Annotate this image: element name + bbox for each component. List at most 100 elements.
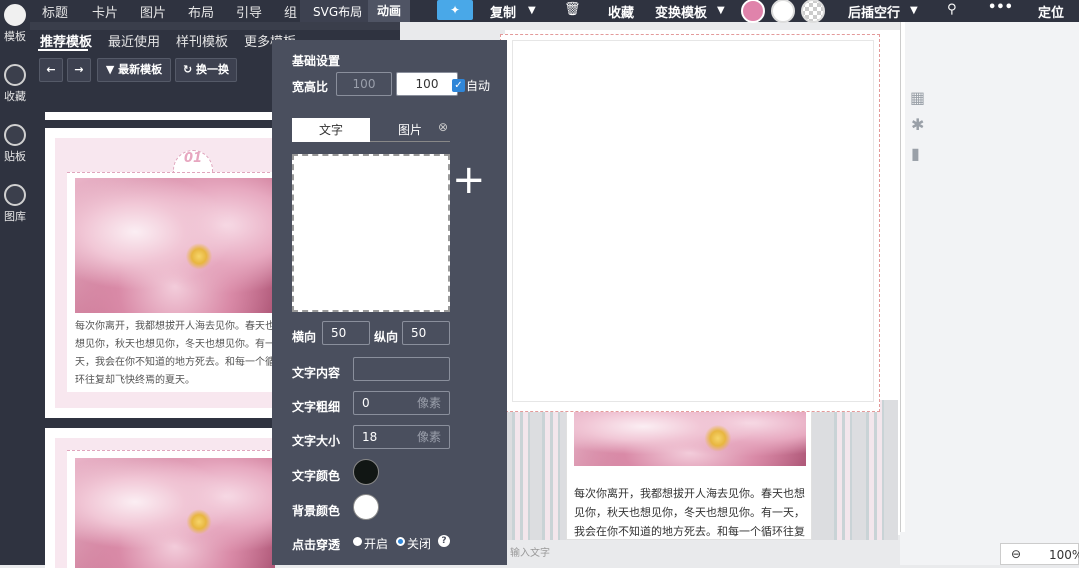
- tab-sample[interactable]: 样刊模板: [176, 31, 228, 50]
- asterisk-icon[interactable]: ✱: [911, 115, 924, 134]
- x-input[interactable]: 50: [322, 321, 370, 345]
- grid-icon[interactable]: ▦: [910, 88, 925, 107]
- favorites-icon: [4, 64, 26, 86]
- radio-off[interactable]: [396, 537, 405, 546]
- gallery-icon: [4, 184, 26, 206]
- text-color-swatch[interactable]: [353, 459, 379, 485]
- section-title: 基础设置: [292, 54, 341, 68]
- shuffle-button[interactable]: ↻ 换一换: [175, 58, 237, 82]
- tab-recommended[interactable]: 推荐模板: [40, 31, 92, 50]
- settings-popup: 基础设置 宽高比 100 : 100 ✓ 自动 文字 图片 ⊗ + 横向 50 …: [272, 40, 507, 565]
- trash-icon[interactable]: 🗑: [564, 2, 581, 17]
- nav-image[interactable]: 图片: [140, 2, 166, 21]
- card-number-badge: 01: [173, 150, 213, 172]
- weight-label: 文字粗细: [292, 400, 341, 414]
- size-unit: 像素: [416, 430, 441, 444]
- shuffle-label: 换一换: [196, 63, 230, 76]
- zoom-value[interactable]: 100%: [1049, 548, 1079, 562]
- flower-image: [75, 458, 275, 568]
- insert-after-button[interactable]: 后插空行: [848, 2, 900, 21]
- y-input[interactable]: 50: [402, 321, 450, 345]
- column-guide: [512, 400, 530, 540]
- size-input[interactable]: 18 像素: [353, 425, 450, 449]
- on-label: 开启: [364, 537, 389, 551]
- clickthrough-label: 点击穿透: [292, 538, 341, 552]
- x-label: 横向: [292, 330, 317, 344]
- color-swatch-white[interactable]: [771, 0, 795, 23]
- insert-dropdown-icon[interactable]: ▼: [910, 5, 918, 16]
- add-icon[interactable]: +: [452, 158, 486, 202]
- input-hint: 输入文字: [510, 548, 550, 559]
- ratio-label: 宽高比: [292, 80, 329, 94]
- help-icon[interactable]: ?: [438, 535, 450, 547]
- auto-checkbox[interactable]: ✓: [452, 79, 465, 92]
- template-card-top[interactable]: [45, 112, 275, 120]
- text-color-label: 文字颜色: [292, 469, 341, 483]
- card-background: [55, 438, 275, 568]
- nav-card[interactable]: 卡片: [92, 2, 118, 21]
- ratio-width-input[interactable]: 100: [336, 72, 392, 96]
- text-overlay-area[interactable]: [512, 40, 874, 402]
- active-tab-indicator: [38, 49, 88, 51]
- rail-item-favorites[interactable]: 收藏: [0, 64, 30, 104]
- close-icon[interactable]: ⊗: [438, 120, 448, 134]
- nav-guide[interactable]: 引导: [236, 2, 262, 21]
- copy-button[interactable]: 复制: [490, 2, 516, 21]
- tab-text[interactable]: 文字: [292, 118, 370, 142]
- favorite-button[interactable]: 收藏: [608, 2, 634, 21]
- nav-group[interactable]: 组: [284, 2, 297, 21]
- template-card[interactable]: [45, 428, 275, 568]
- svg-layout-tab[interactable]: SVG布局: [313, 3, 362, 20]
- radio-on[interactable]: [353, 537, 362, 546]
- off-label: 关闭: [407, 537, 432, 551]
- link-icon[interactable]: ⚲: [947, 2, 957, 17]
- arrow-left-icon: ←: [46, 63, 56, 76]
- switch-dropdown-icon[interactable]: ▼: [717, 5, 725, 16]
- rail-label: 模板: [4, 30, 26, 43]
- template-nav: ← → ▼ 最新模板 ↻ 换一换: [30, 52, 272, 92]
- menu-icon: [4, 4, 26, 26]
- clipboard-icon: [4, 124, 26, 146]
- rail-label: 收藏: [4, 90, 26, 103]
- color-swatch-pink[interactable]: [741, 0, 765, 23]
- canvas-paragraph[interactable]: 每次你离开，我都想拔开人海去见你。春天也想见你，秋天也想见你，冬天也想见你。有一…: [574, 484, 809, 540]
- rail-item-templates[interactable]: 模板: [0, 4, 30, 44]
- latest-templates-button[interactable]: ▼ 最新模板: [97, 58, 171, 82]
- text-content-input[interactable]: [353, 357, 450, 381]
- rail-item-gallery[interactable]: 图库: [0, 184, 30, 224]
- color-swatch-transparent[interactable]: [801, 0, 825, 23]
- weight-unit: 像素: [416, 396, 441, 410]
- filter-icon: ▼: [105, 63, 115, 76]
- y-label: 纵向: [374, 330, 399, 344]
- locate-button[interactable]: 定位: [1038, 2, 1064, 21]
- bar-chart-icon[interactable]: ▮: [911, 144, 920, 163]
- size-label: 文字大小: [292, 434, 341, 448]
- column-guide: [866, 400, 884, 540]
- nav-layout[interactable]: 布局: [188, 2, 214, 21]
- tab-recent[interactable]: 最近使用: [108, 31, 160, 50]
- flower-image: [75, 178, 275, 313]
- animation-tab[interactable]: 动画: [368, 0, 410, 22]
- forward-button[interactable]: →: [67, 58, 91, 82]
- template-card[interactable]: 01 每次你离开，我都想拔开人海去见你。春天也想见你，秋天也想见你，冬天也想见你…: [45, 128, 275, 418]
- ratio-height-input[interactable]: 100: [396, 72, 458, 96]
- arrow-right-icon: →: [74, 63, 84, 76]
- right-sidebar: ▦ ✱ ▮: [900, 22, 1079, 565]
- rail-item-clipboard[interactable]: 贴板: [0, 124, 30, 164]
- switch-template-button[interactable]: 变换模板: [655, 2, 707, 21]
- zoom-out-icon[interactable]: ⊖: [1011, 547, 1021, 561]
- preview-box[interactable]: [292, 154, 450, 312]
- bg-color-swatch[interactable]: [353, 494, 379, 520]
- back-button[interactable]: ←: [39, 58, 63, 82]
- text-content-label: 文字内容: [292, 366, 341, 380]
- nav-title[interactable]: 标题: [42, 2, 68, 21]
- copy-dropdown-icon[interactable]: ▼: [528, 5, 536, 16]
- zoom-control: ⊖ 100%: [1000, 543, 1079, 565]
- divider: [30, 22, 400, 30]
- bg-color-label: 背景颜色: [292, 504, 341, 518]
- column-guide: [542, 400, 560, 540]
- more-button[interactable]: •••: [988, 0, 1013, 15]
- pin-button[interactable]: ✦: [437, 0, 473, 20]
- weight-input[interactable]: 0 像素: [353, 391, 450, 415]
- latest-label: 最新模板: [118, 63, 163, 76]
